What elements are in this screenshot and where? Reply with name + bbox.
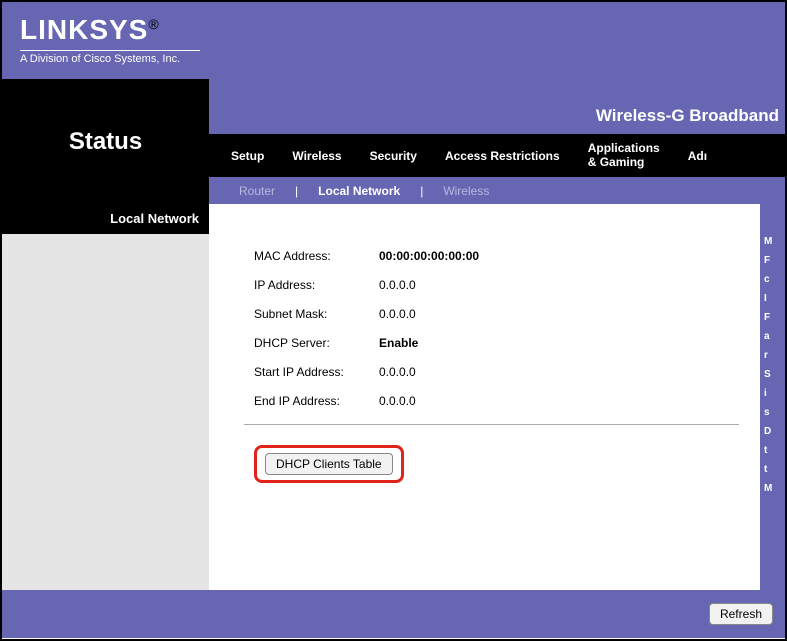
dhcp-clients-highlight: DHCP Clients Table [254,445,404,483]
brand-reg: ® [148,16,158,32]
row-ip-address: IP Address: 0.0.0.0 [254,278,760,292]
value-end-ip: 0.0.0.0 [379,394,416,408]
nav-region: Wireless-G Broadband Setup Wireless Secu… [209,79,785,204]
divider [244,424,739,425]
row-mac-address: MAC Address: 00:00:00:00:00:00 [254,249,760,263]
row-dhcp-server: DHCP Server: Enable [254,336,760,350]
label-mac-address: MAC Address: [254,249,379,263]
brand-name: LINKSYS [20,14,148,45]
header-band: LINKSYS® A Division of Cisco Systems, In… [2,2,785,79]
secondary-nav: Router | Local Network | Wireless [209,177,785,204]
help-frag: I [764,291,783,306]
nav-setup[interactable]: Setup [217,149,278,163]
page-title: Status [69,128,142,156]
row-end-ip: End IP Address: 0.0.0.0 [254,394,760,408]
row-subnet-mask: Subnet Mask: 0.0.0.0 [254,307,760,321]
nav-apps-line1: Applications [588,142,660,155]
help-frag: F [764,310,783,325]
help-frag: M [764,234,783,249]
left-column: Local Network [2,204,209,590]
value-start-ip: 0.0.0.0 [379,365,416,379]
brand-tagline: A Division of Cisco Systems, Inc. [20,53,785,65]
label-end-ip: End IP Address: [254,394,379,408]
help-column: M F c I F a r S i s D t t M [760,204,785,590]
value-ip-address: 0.0.0.0 [379,278,416,292]
help-frag: i [764,386,783,401]
value-subnet-mask: 0.0.0.0 [379,307,416,321]
nav-security[interactable]: Security [356,149,431,163]
nav-administration[interactable]: Adı [674,149,721,163]
label-ip-address: IP Address: [254,278,379,292]
refresh-button[interactable]: Refresh [709,603,773,625]
product-name: Wireless-G Broadband [209,79,785,134]
help-frag: F [764,253,783,268]
subnav-router[interactable]: Router [221,184,293,198]
label-dhcp-server: DHCP Server: [254,336,379,350]
label-start-ip: Start IP Address: [254,365,379,379]
dhcp-clients-table-button[interactable]: DHCP Clients Table [265,453,393,475]
primary-nav: Setup Wireless Security Access Restricti… [209,134,785,177]
nav-wireless[interactable]: Wireless [278,149,355,163]
row-start-ip: Start IP Address: 0.0.0.0 [254,365,760,379]
help-frag: a [764,329,783,344]
help-frag: r [764,348,783,363]
brand-rule [20,50,200,51]
brand-logo: LINKSYS® A Division of Cisco Systems, In… [20,14,785,65]
nav-applications-gaming[interactable]: Applications & Gaming [574,142,674,168]
nav-apps-line2: & Gaming [588,156,660,169]
bottom-bar: Refresh [2,590,785,638]
value-dhcp-server: Enable [379,336,418,350]
help-frag: t [764,443,783,458]
help-frag: D [764,424,783,439]
subnav-sep-2: | [418,184,425,198]
help-frag: M [764,481,783,496]
help-frag: s [764,405,783,420]
title-row: Status Wireless-G Broadband Setup Wirele… [2,79,785,204]
nav-access-restrictions[interactable]: Access Restrictions [431,149,574,163]
help-frag: c [764,272,783,287]
value-mac-address: 00:00:00:00:00:00 [379,249,479,263]
main-area: Local Network MAC Address: 00:00:00:00:0… [2,204,785,590]
help-frag: S [764,367,783,382]
subnav-wireless[interactable]: Wireless [425,184,507,198]
content-panel: MAC Address: 00:00:00:00:00:00 IP Addres… [209,204,760,590]
page-title-cell: Status [2,79,209,204]
section-heading: Local Network [2,204,209,234]
subnav-sep-1: | [293,184,300,198]
help-frag: t [764,462,783,477]
subnav-local-network[interactable]: Local Network [300,184,418,198]
label-subnet-mask: Subnet Mask: [254,307,379,321]
